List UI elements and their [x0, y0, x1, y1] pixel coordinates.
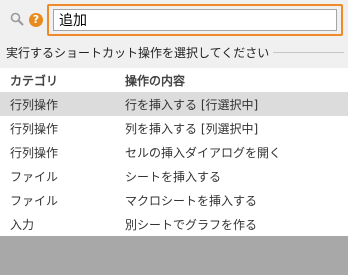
table-row[interactable]: 行列操作 セルの挿入ダイアログを開く [0, 140, 348, 164]
search-icon [10, 12, 24, 26]
table-row[interactable]: 入力 別シートでグラフを作る [0, 212, 348, 236]
section-header: 実行するショートカット操作を選択してください [6, 44, 348, 60]
cell-category: ファイル [10, 170, 59, 184]
cell-operation: 列を挿入する [列選択中] [125, 122, 259, 136]
cell-category: 入力 [10, 218, 35, 232]
cell-category: ファイル [10, 194, 59, 208]
column-header-operation[interactable]: 操作の内容 [125, 72, 185, 89]
table-header: カテゴリ 操作の内容 [0, 68, 348, 92]
cell-operation: シートを挿入する [125, 170, 222, 184]
cell-operation: 行を挿入する [行選択中] [125, 98, 259, 112]
cell-category: 行列操作 [10, 98, 59, 112]
cell-category: 行列操作 [10, 146, 59, 160]
help-icon[interactable]: ? [29, 13, 43, 27]
search-bar: ? [0, 0, 348, 40]
table-row[interactable]: ファイル シートを挿入する [0, 164, 348, 188]
column-header-category[interactable]: カテゴリ [10, 72, 58, 89]
table-row[interactable]: 行列操作 列を挿入する [列選択中] [0, 116, 348, 140]
cell-operation: 別シートでグラフを作る [125, 218, 258, 232]
shortcut-table: カテゴリ 操作の内容 行列操作 行を挿入する [行選択中] 行列操作 列を挿入す… [0, 68, 348, 275]
section-title: 実行するショートカット操作を選択してください [6, 45, 270, 60]
table-row[interactable]: ファイル マクロシートを挿入する [0, 188, 348, 212]
table-row[interactable]: 行列操作 行を挿入する [行選択中] [0, 92, 348, 116]
cell-operation: セルの挿入ダイアログを開く [125, 146, 282, 160]
table-empty-area [0, 236, 348, 275]
search-field-frame [47, 4, 343, 36]
search-input[interactable] [53, 9, 337, 31]
section-divider [273, 51, 344, 53]
cell-category: 行列操作 [10, 122, 59, 136]
cell-operation: マクロシートを挿入する [125, 194, 258, 208]
